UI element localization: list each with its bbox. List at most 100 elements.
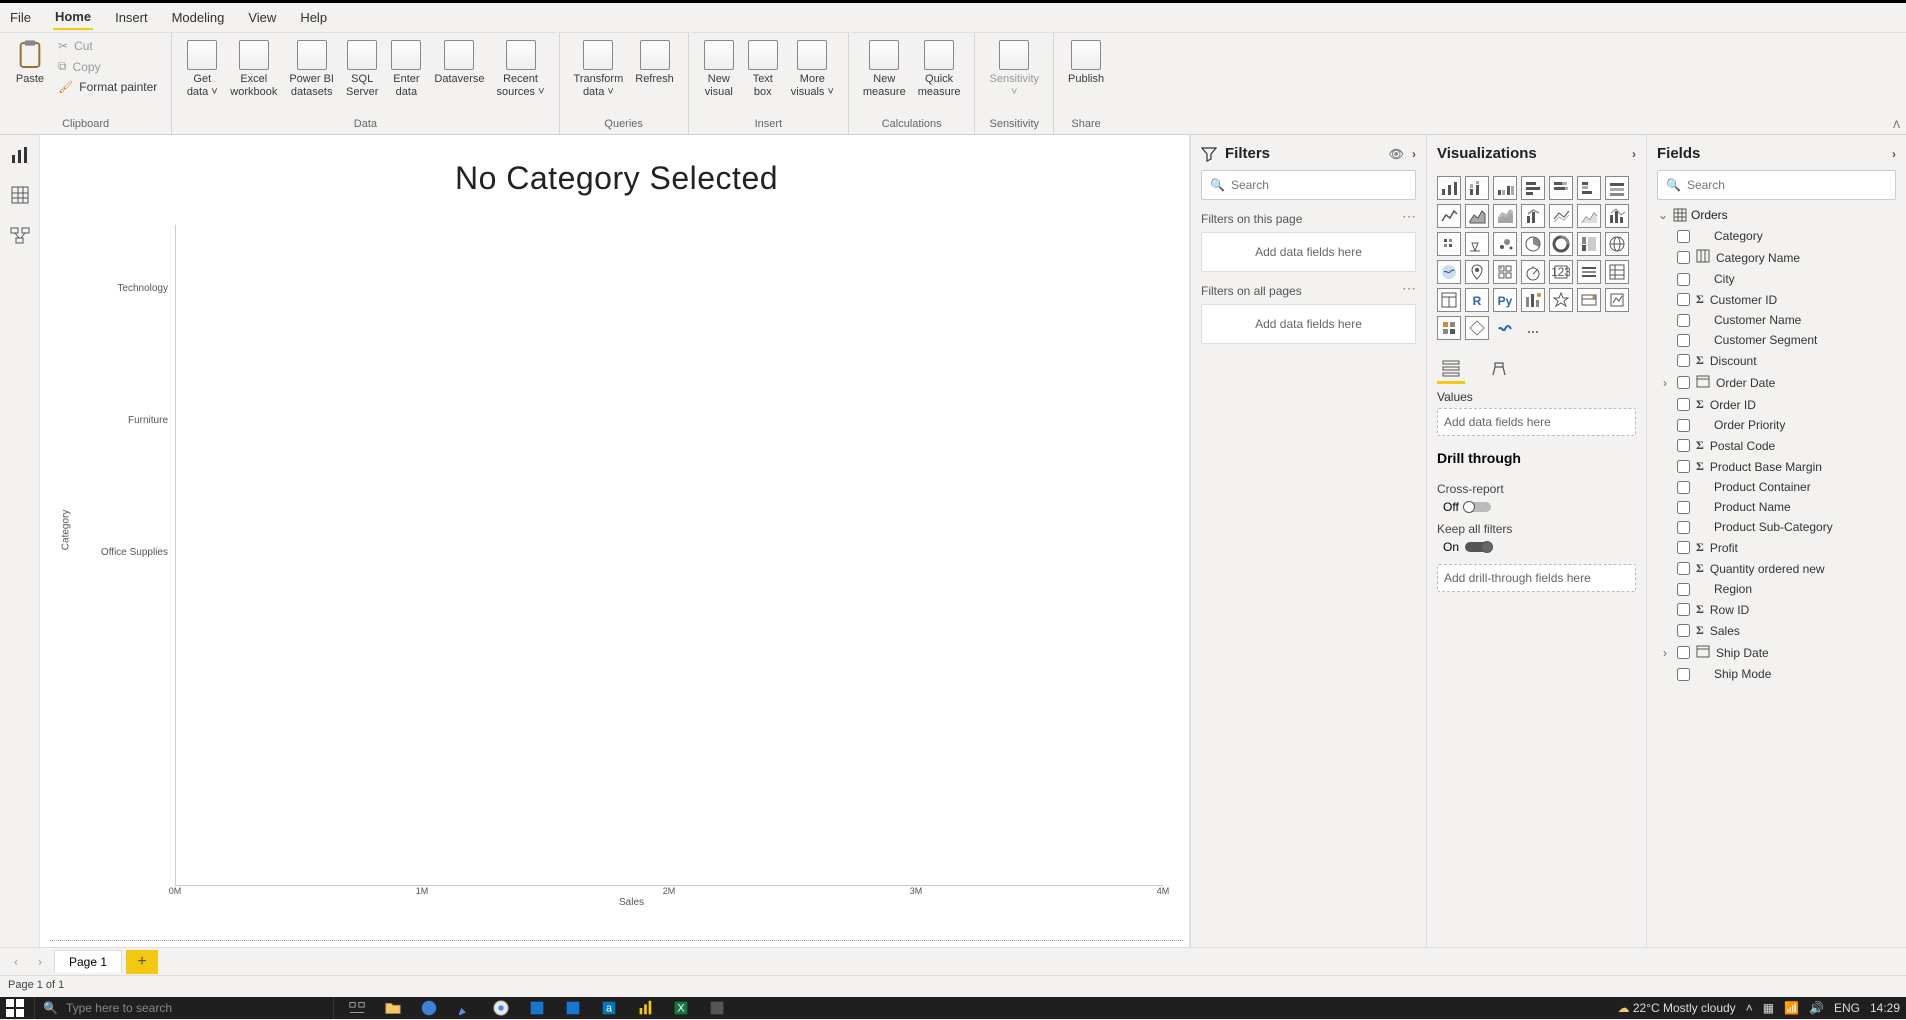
viz-type-32[interactable] <box>1549 288 1573 312</box>
language-indicator[interactable]: ENG <box>1834 1001 1860 1015</box>
excel-workbook-button[interactable]: Excelworkbook <box>224 35 283 103</box>
collapse-fields-icon[interactable]: › <box>1892 147 1896 161</box>
table-orders[interactable]: ⌄ Orders <box>1657 208 1896 222</box>
clock[interactable]: 14:29 <box>1870 1001 1900 1015</box>
field-product-base-margin[interactable]: ΣProduct Base Margin <box>1657 456 1896 477</box>
menu-help[interactable]: Help <box>298 6 329 29</box>
refresh-button[interactable]: Refresh <box>629 35 680 90</box>
taskbar-search[interactable]: 🔍Type here to search <box>34 997 334 1019</box>
viz-type-20[interactable] <box>1605 232 1629 256</box>
field-checkbox[interactable] <box>1677 314 1690 327</box>
power-bi-datasets-button[interactable]: Power BIdatasets <box>283 35 340 103</box>
text-box-button[interactable]: Textbox <box>741 35 785 103</box>
filters-search-input[interactable] <box>1231 178 1407 192</box>
task-view-icon[interactable] <box>344 998 370 1018</box>
format-tab[interactable] <box>1485 354 1513 384</box>
excel-icon[interactable]: X <box>668 998 694 1018</box>
wifi-icon[interactable]: 📶 <box>1784 1001 1799 1015</box>
viz-type-0[interactable] <box>1437 176 1461 200</box>
viz-type-22[interactable] <box>1465 260 1489 284</box>
viz-type-9[interactable] <box>1493 204 1517 228</box>
field-checkbox[interactable] <box>1677 541 1690 554</box>
field-checkbox[interactable] <box>1677 646 1690 659</box>
field-order-priority[interactable]: Order Priority <box>1657 415 1896 435</box>
pen-icon[interactable] <box>452 998 478 1018</box>
field-checkbox[interactable] <box>1677 293 1690 306</box>
tray-app-icon[interactable]: ▦ <box>1763 1001 1774 1015</box>
fields-tab[interactable] <box>1437 354 1465 384</box>
field-checkbox[interactable] <box>1677 439 1690 452</box>
field-sales[interactable]: ΣSales <box>1657 620 1896 641</box>
viz-type-15[interactable] <box>1465 232 1489 256</box>
viz-type-10[interactable] <box>1521 204 1545 228</box>
field-customer-segment[interactable]: Customer Segment <box>1657 330 1896 350</box>
field-category-name[interactable]: Category Name <box>1657 246 1896 269</box>
speaker-icon[interactable]: 🔊 <box>1809 1001 1824 1015</box>
field-customer-id[interactable]: ΣCustomer ID <box>1657 289 1896 310</box>
get-data-button[interactable]: Getdata ˅ <box>180 35 224 103</box>
page-prev-button[interactable]: ‹ <box>6 955 26 969</box>
explorer-icon[interactable] <box>380 998 406 1018</box>
filters-all-pages-drop[interactable]: Add data fields here <box>1201 304 1416 344</box>
filters-search[interactable]: 🔍 <box>1201 170 1416 200</box>
enter-data-button[interactable]: Enterdata <box>384 35 428 103</box>
keep-filters-toggle[interactable]: On <box>1443 540 1636 554</box>
field-checkbox[interactable] <box>1677 521 1690 534</box>
field-checkbox[interactable] <box>1677 668 1690 681</box>
powerbi-icon[interactable] <box>632 998 658 1018</box>
new-measure-button[interactable]: Newmeasure <box>857 35 912 103</box>
field-checkbox[interactable] <box>1677 398 1690 411</box>
viz-type-19[interactable] <box>1577 232 1601 256</box>
add-page-button[interactable]: + <box>126 950 158 974</box>
field-checkbox[interactable] <box>1677 230 1690 243</box>
field-customer-name[interactable]: Customer Name <box>1657 310 1896 330</box>
cut-button[interactable]: ✂Cut <box>56 37 159 55</box>
sql-server-button[interactable]: SQLServer <box>340 35 384 103</box>
viz-type-3[interactable] <box>1521 176 1545 200</box>
ribbon-collapse-button[interactable]: ᐱ <box>1893 120 1900 131</box>
cross-report-toggle[interactable]: Off <box>1443 500 1636 514</box>
field-checkbox[interactable] <box>1677 251 1690 264</box>
field-checkbox[interactable] <box>1677 460 1690 473</box>
recent-sources-button[interactable]: Recentsources ˅ <box>491 35 551 103</box>
viz-type-7[interactable] <box>1437 204 1461 228</box>
viz-type-5[interactable] <box>1577 176 1601 200</box>
viz-type-36[interactable] <box>1465 316 1489 340</box>
field-discount[interactable]: ΣDiscount <box>1657 350 1896 371</box>
field-region[interactable]: Region <box>1657 579 1896 599</box>
field-city[interactable]: City <box>1657 269 1896 289</box>
fields-search[interactable]: 🔍 <box>1657 170 1896 200</box>
viz-type-21[interactable] <box>1437 260 1461 284</box>
transform-data-button[interactable]: Transformdata ˅ <box>568 35 630 103</box>
field-ship-mode[interactable]: Ship Mode <box>1657 664 1896 684</box>
report-view-icon[interactable] <box>10 145 30 165</box>
viz-type-1[interactable] <box>1465 176 1489 200</box>
field-product-name[interactable]: Product Name <box>1657 497 1896 517</box>
sensitivity-button[interactable]: Sensitivity˅ <box>983 35 1045 103</box>
viz-type-12[interactable] <box>1577 204 1601 228</box>
filters-on-page-drop[interactable]: Add data fields here <box>1201 232 1416 272</box>
field-checkbox[interactable] <box>1677 501 1690 514</box>
field-checkbox[interactable] <box>1677 334 1690 347</box>
viz-type-37[interactable] <box>1493 316 1517 340</box>
viz-type-34[interactable] <box>1605 288 1629 312</box>
field-category[interactable]: Category <box>1657 226 1896 246</box>
report-canvas[interactable]: No Category Selected Category Technology… <box>40 135 1190 947</box>
app1-icon[interactable] <box>524 998 550 1018</box>
viz-type-35[interactable] <box>1437 316 1461 340</box>
field-checkbox[interactable] <box>1677 354 1690 367</box>
viz-type-27[interactable] <box>1605 260 1629 284</box>
viz-type-14[interactable] <box>1437 232 1461 256</box>
edge-icon[interactable] <box>416 998 442 1018</box>
new-visual-button[interactable]: Newvisual <box>697 35 741 103</box>
viz-type-29[interactable]: R <box>1465 288 1489 312</box>
app2-icon[interactable] <box>560 998 586 1018</box>
menu-modeling[interactable]: Modeling <box>170 6 227 29</box>
collapse-viz-icon[interactable]: › <box>1632 147 1636 161</box>
menu-insert[interactable]: Insert <box>113 6 150 29</box>
viz-type-25[interactable]: 123 <box>1549 260 1573 284</box>
viz-type-31[interactable] <box>1521 288 1545 312</box>
paste-button[interactable]: Paste <box>8 35 52 90</box>
field-quantity-ordered-new[interactable]: ΣQuantity ordered new <box>1657 558 1896 579</box>
menu-home[interactable]: Home <box>53 5 93 30</box>
